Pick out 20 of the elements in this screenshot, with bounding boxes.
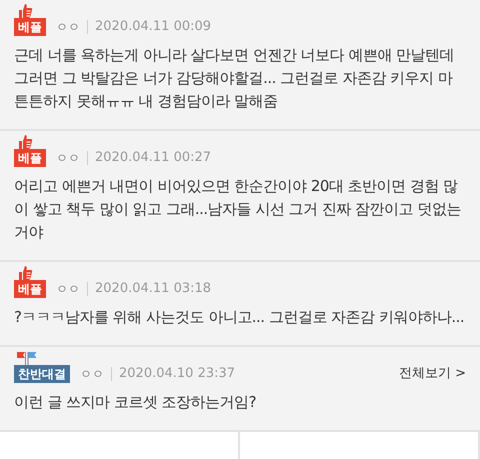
comment-text: 이런 글 쓰지마 코르셋 조장하는거임? [14,392,258,413]
best-badge: 베플 [14,280,46,298]
view-all-link[interactable]: 전체보기 > [398,365,466,383]
best-badge: 베플 [14,18,46,36]
comment-date: 2020.04.10 23:37 [119,365,236,383]
thumbs-up-icon [17,265,33,280]
thumbs-up-icon [17,134,33,149]
versus-badge: 찬반대결 [14,365,70,383]
comment-text: 근데 너를 욕하는게 아니라 살다보면 언젠간 너보다 예쁜애 만날텐데 그러면 그 박탈감은 너가 감당해야할걸... 그런걸로 자존감 키우지 마 튼튼하지 못해ㅠㅠ 내 경험담이라 말해줌 [14,45,456,112]
author-name: ㅇㅇ [56,150,80,167]
comment-date: 2020.04.11 00:27 [95,149,212,167]
author-name: ㅇㅇ [80,366,104,383]
comment-date: 2020.04.11 03:18 [95,280,212,298]
comment-text: ?ㅋㅋㅋ남자를 위해 사는것도 아니고... 그런걸로 자존감 키워야하나... [14,307,466,328]
author-name: ㅇㅇ [56,19,80,36]
author-name: ㅇㅇ [56,281,80,298]
comment-date: 2020.04.11 00:09 [95,18,212,36]
thumbs-up-icon [17,3,33,18]
comment-text: 어리고 에쁜거 내면이 비어있으면 한순간이야 20대 초반이면 경험 많이 쌓고 책두 많이 읽고 그래...남자들 시선 그거 진짜 잠깐이고 덧없는거야 [14,176,462,243]
best-badge: 베플 [14,149,46,167]
